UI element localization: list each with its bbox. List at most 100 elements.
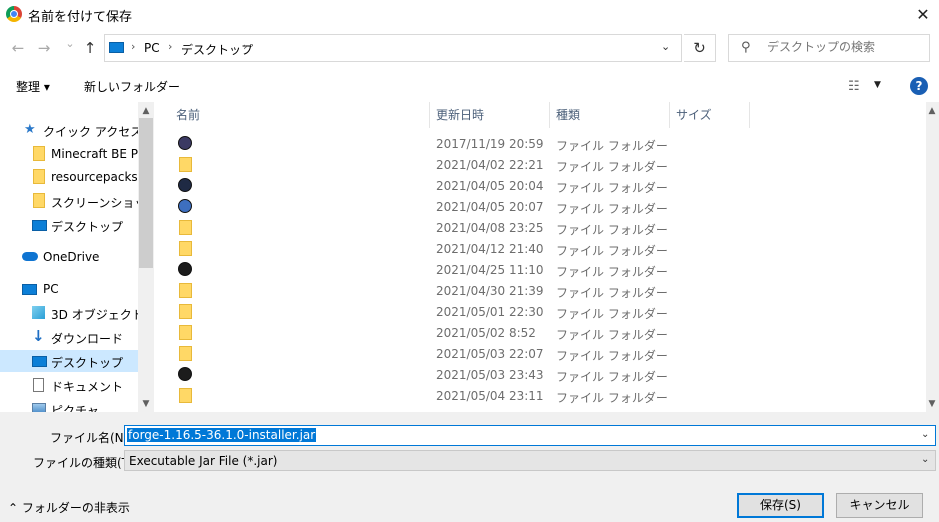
back-button[interactable]: ← <box>8 38 28 58</box>
row-date: 2021/05/01 22:30 <box>436 305 544 319</box>
row-date: 2021/05/03 22:07 <box>436 347 544 361</box>
sidebar-item-downloads[interactable]: ↓ ダウンロード <box>0 326 138 348</box>
table-row[interactable]: 2021/05/02 8:52 ファイル フォルダー <box>154 322 914 343</box>
hide-folders-toggle[interactable]: ⌃ フォルダーの非表示 <box>8 499 130 516</box>
row-type: ファイル フォルダー <box>556 244 668 258</box>
search-input[interactable] <box>767 40 925 54</box>
folder-icon <box>179 346 192 361</box>
table-row[interactable]: 2021/05/01 22:30 ファイル フォルダー <box>154 301 914 322</box>
desktop-icon <box>32 356 47 367</box>
sidebar-item-3d-objects[interactable]: 3D オブジェクト <box>0 302 144 324</box>
view-options-icon[interactable]: ☷ <box>848 79 860 94</box>
row-type: ファイル フォルダー <box>556 265 668 279</box>
organize-button[interactable]: 整理 ▾ <box>16 78 50 95</box>
folder-icon <box>179 325 192 340</box>
table-row[interactable]: 2021/04/30 21:39 ファイル フォルダー <box>154 280 914 301</box>
title-bar: 名前を付けて保存 ✕ <box>0 0 939 30</box>
filetype-label: ファイルの種類(T): <box>33 456 138 470</box>
sidebar-scroll-up[interactable]: ▲ <box>138 106 154 116</box>
table-row[interactable]: 2021/05/03 23:43 ファイル フォルダー <box>154 364 914 385</box>
column-header-type[interactable]: 種類 <box>550 102 670 128</box>
chrome-icon <box>6 6 22 22</box>
filetype-value: Executable Jar File (*.jar) <box>129 454 278 468</box>
table-row[interactable]: 2021/04/02 22:21 ファイル フォルダー <box>154 154 914 175</box>
sidebar-item-pictures[interactable]: ピクチャ <box>0 398 138 412</box>
search-icon: ⚲ <box>741 40 751 55</box>
sidebar-item-label: ドキュメント <box>51 380 124 394</box>
sidebar-scrollbar-thumb[interactable] <box>139 118 153 268</box>
table-row[interactable]: 2021/05/04 23:11 ファイル フォルダー <box>154 385 914 406</box>
sidebar-item-onedrive[interactable]: OneDrive <box>0 246 138 268</box>
sidebar-item-desktop[interactable]: デスクトップ <box>0 350 138 372</box>
sidebar-item-label: Minecraft BE Pac <box>51 147 152 161</box>
file-list-scroll-up[interactable]: ▲ <box>924 106 939 116</box>
filetype-select[interactable]: Executable Jar File (*.jar) ⌄ <box>124 450 936 471</box>
folder-icon <box>179 157 192 172</box>
table-row[interactable]: 2021/04/08 23:25 ファイル フォルダー <box>154 217 914 238</box>
search-box[interactable]: ⚲ <box>728 34 930 62</box>
app-icon <box>178 178 192 192</box>
row-date: 2021/04/02 22:21 <box>436 158 544 172</box>
refresh-button[interactable]: ↻ <box>684 34 716 62</box>
address-dropdown-icon[interactable]: ⌄ <box>661 40 670 53</box>
document-icon <box>33 378 44 392</box>
folder-icon <box>179 220 192 235</box>
cancel-button[interactable]: キャンセル <box>836 493 923 518</box>
filename-dropdown-icon[interactable]: ⌄ <box>921 429 929 440</box>
filename-value[interactable]: forge-1.16.5-36.1.0-installer.jar <box>127 428 317 442</box>
recent-locations-button[interactable]: ⌄ <box>60 34 80 54</box>
column-header-name[interactable]: 名前 <box>170 102 430 128</box>
cloud-icon <box>22 252 38 261</box>
folder-icon <box>179 241 192 256</box>
filename-input[interactable]: forge-1.16.5-36.1.0-installer.jar ⌄ <box>124 425 936 446</box>
table-row[interactable]: 2021/04/05 20:07 ファイル フォルダー <box>154 196 914 217</box>
new-folder-button[interactable]: 新しいフォルダー <box>84 78 180 95</box>
breadcrumb-pc[interactable]: PC <box>144 41 160 55</box>
close-button[interactable]: ✕ <box>909 2 937 28</box>
row-type: ファイル フォルダー <box>556 181 668 195</box>
file-list-scroll-down[interactable]: ▼ <box>924 399 939 409</box>
table-row[interactable]: 2017/11/19 20:59 ファイル フォルダー <box>154 133 914 154</box>
row-type: ファイル フォルダー <box>556 370 668 384</box>
table-row[interactable]: 2021/04/05 20:04 ファイル フォルダー <box>154 175 914 196</box>
file-list-scrollbar[interactable] <box>926 102 939 412</box>
sidebar-item-label: デスクトップ <box>51 356 124 370</box>
row-date: 2021/04/08 23:25 <box>436 221 544 235</box>
table-row[interactable]: 2021/04/12 21:40 ファイル フォルダー <box>154 238 914 259</box>
star-icon: ★ <box>24 122 36 137</box>
sidebar-item-desktop-quick[interactable]: デスクトップ <box>0 214 138 236</box>
sidebar-scroll-down[interactable]: ▼ <box>138 399 154 409</box>
sidebar-item-label: OneDrive <box>43 250 100 264</box>
table-row[interactable]: 2021/05/03 22:07 ファイル フォルダー <box>154 343 914 364</box>
sidebar-item-label: resourcepacks <box>51 170 138 184</box>
filetype-dropdown-icon[interactable]: ⌄ <box>921 454 929 465</box>
column-header-size[interactable]: サイズ <box>670 102 750 128</box>
breadcrumb-separator: › <box>131 40 136 53</box>
view-dropdown-icon[interactable]: ▼ <box>874 80 881 90</box>
sidebar-item-resourcepacks[interactable]: resourcepacks <box>0 166 138 188</box>
sidebar-item-minecraft[interactable]: Minecraft BE Pac <box>0 143 151 165</box>
row-date: 2021/04/12 21:40 <box>436 242 544 256</box>
picture-icon <box>32 403 46 412</box>
breadcrumb-separator: › <box>243 40 248 53</box>
table-row[interactable]: 2021/04/25 11:10 ファイル フォルダー <box>154 259 914 280</box>
filename-label: ファイル名(N): <box>50 431 133 445</box>
address-bar[interactable]: › PC › デスクトップ › ⌄ <box>104 34 682 62</box>
toolbar: 整理 ▾ 新しいフォルダー ☷ ▼ <box>0 70 939 102</box>
sidebar-item-screenshots[interactable]: スクリーンショット <box>0 190 154 212</box>
forward-button[interactable]: → <box>34 38 54 58</box>
row-type: ファイル フォルダー <box>556 307 668 321</box>
save-button[interactable]: 保存(S) <box>737 493 824 518</box>
sidebar-item-quick-access[interactable]: ★ クイック アクセス <box>0 119 142 141</box>
up-button[interactable]: ↑ <box>80 38 100 58</box>
row-type: ファイル フォルダー <box>556 328 668 342</box>
sidebar-item-label: PC <box>43 282 59 296</box>
sidebar-item-documents[interactable]: ドキュメント <box>0 374 138 396</box>
row-date: 2021/04/05 20:04 <box>436 179 544 193</box>
desktop-icon <box>32 220 47 231</box>
sidebar-item-pc[interactable]: PC <box>0 278 138 300</box>
help-button[interactable]: ? <box>910 77 928 95</box>
folder-icon <box>33 146 45 161</box>
row-date: 2021/05/03 23:43 <box>436 368 544 382</box>
row-type: ファイル フォルダー <box>556 223 668 237</box>
